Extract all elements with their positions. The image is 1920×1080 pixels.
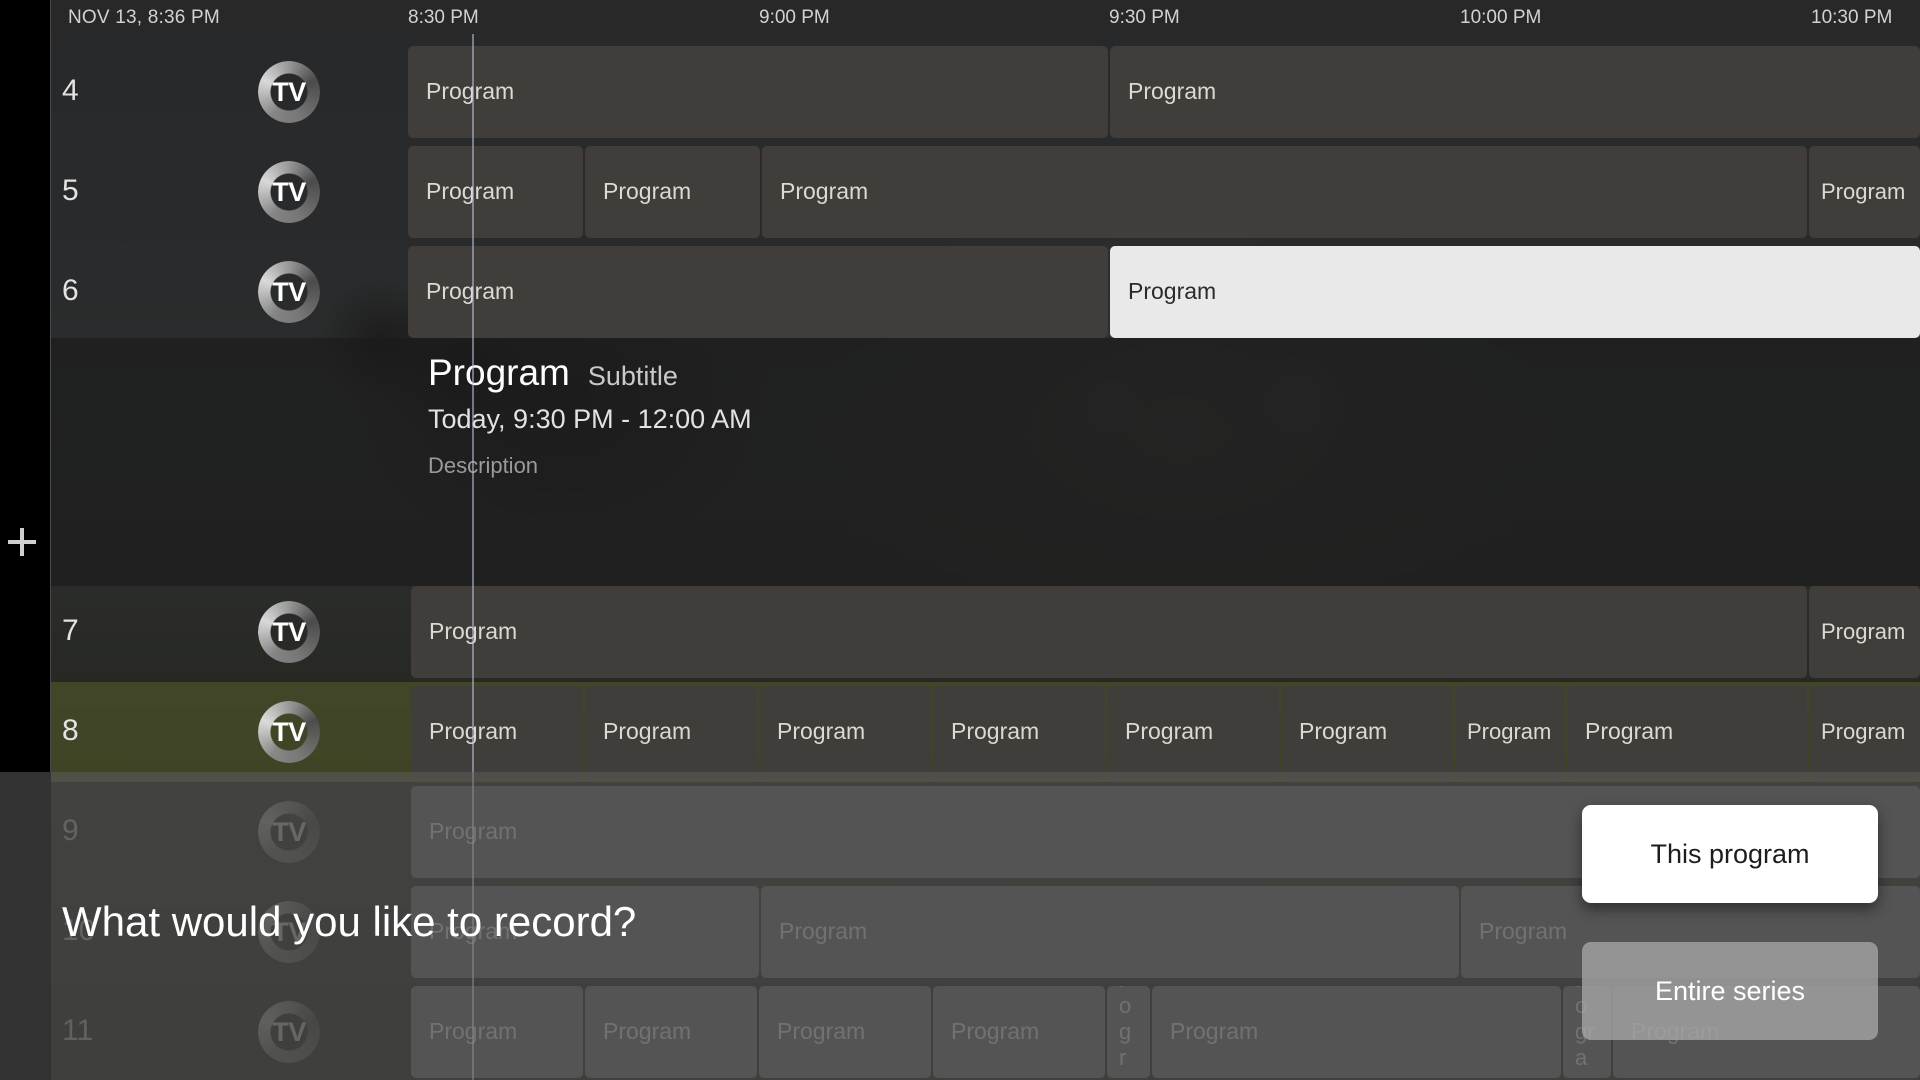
program-block[interactable]: Program xyxy=(1110,46,1920,138)
program-title: Program xyxy=(780,178,869,205)
program-title: Program xyxy=(1585,718,1674,745)
program-block[interactable]: Program xyxy=(1809,586,1920,678)
program-block[interactable]: Program xyxy=(1110,246,1920,338)
tv-guide-screen: 4 TV Program Program 5 TV Program Program Progra… xyxy=(0,0,1920,1080)
program-block[interactable]: Program xyxy=(585,686,757,778)
logo-label: TV xyxy=(272,616,306,647)
program-title: Program xyxy=(426,278,515,305)
program-block[interactable]: Program xyxy=(1567,686,1807,778)
time-tick-2: 9:30 PM xyxy=(1109,7,1180,28)
rail-divider xyxy=(50,0,51,772)
program-block[interactable]: Program xyxy=(762,146,1807,238)
program-block[interactable]: Program xyxy=(408,246,1108,338)
program-block[interactable]: Program xyxy=(411,686,583,778)
current-time-label: NOV 13, 8:36 PM xyxy=(68,7,220,28)
logo-label: TV xyxy=(272,76,306,107)
channel-number: 8 xyxy=(62,714,79,747)
time-tick-0: 8:30 PM xyxy=(408,7,479,28)
record-dialog-question: What would you like to record? xyxy=(62,898,637,945)
program-block[interactable]: Program xyxy=(408,46,1108,138)
program-title: Program xyxy=(1821,179,1906,205)
program-title: Program xyxy=(603,178,692,205)
channel-number: 7 xyxy=(62,614,79,647)
program-title: Program xyxy=(426,178,515,205)
program-block[interactable]: Program xyxy=(933,686,1105,778)
program-block[interactable]: Program xyxy=(1809,146,1920,238)
logo-label: TV xyxy=(272,276,306,307)
program-title: Program xyxy=(429,618,518,645)
guide-row-channel-7: 7 TV Program Program xyxy=(0,582,1920,682)
program-block[interactable]: Program xyxy=(585,146,760,238)
time-tick-4: 10:30 PM xyxy=(1811,7,1893,28)
tv-logo-icon: TV xyxy=(258,701,320,763)
channel-number: 4 xyxy=(62,74,79,107)
tv-logo-icon: TV xyxy=(258,161,320,223)
tv-logo-icon: TV xyxy=(258,601,320,663)
time-tick-3: 10:00 PM xyxy=(1460,7,1542,28)
program-title: Program xyxy=(1299,718,1388,745)
record-option-entire-series[interactable]: Entire series xyxy=(1582,942,1878,1040)
program-title: Program xyxy=(951,718,1040,745)
program-title: Program xyxy=(429,718,518,745)
program-title: Program xyxy=(1467,719,1552,745)
tv-logo-icon: TV xyxy=(258,61,320,123)
detail-subtitle: Subtitle xyxy=(587,361,678,391)
guide-row-channel-4: 4 TV Program Program xyxy=(0,42,1920,142)
program-title: Program xyxy=(603,718,692,745)
plus-icon[interactable] xyxy=(8,528,36,556)
program-title: Program xyxy=(1821,719,1906,745)
logo-label: TV xyxy=(272,176,306,207)
channel-number: 5 xyxy=(62,174,79,207)
program-block[interactable]: Program xyxy=(1281,686,1453,778)
program-title: Program xyxy=(1125,718,1214,745)
program-detail-panel: Program Subtitle Today, 9:30 PM - 12:00 … xyxy=(428,352,752,479)
guide-row-channel-6: 6 TV Program Program xyxy=(0,242,1920,342)
program-block[interactable]: Program xyxy=(408,146,583,238)
program-title: Program xyxy=(1128,278,1217,305)
detail-airtime: Today, 9:30 PM - 12:00 AM xyxy=(428,404,752,434)
detail-description: Description xyxy=(428,453,539,478)
channel-number: 6 xyxy=(62,274,79,307)
program-title: Program xyxy=(777,718,866,745)
logo-label: TV xyxy=(272,716,306,747)
detail-title-row: Program Subtitle xyxy=(428,352,752,394)
detail-title: Program xyxy=(428,352,570,393)
program-title: Program xyxy=(426,78,515,105)
guide-row-channel-8: 8 TV Program Program Program Program Program Pr… xyxy=(0,682,1920,782)
record-option-this-program[interactable]: This program xyxy=(1582,805,1878,903)
tv-logo-icon: TV xyxy=(258,261,320,323)
time-tick-1: 9:00 PM xyxy=(759,7,830,28)
program-block[interactable]: Program xyxy=(1809,686,1920,778)
program-title: Program xyxy=(1821,619,1906,645)
program-block[interactable]: Program xyxy=(759,686,931,778)
program-block[interactable]: Program xyxy=(411,586,1807,678)
time-header: NOV 13, 8:36 PM 8:30 PM 9:00 PM 9:30 PM 10:… xyxy=(0,0,1920,34)
guide-row-channel-5: 5 TV Program Program Program Program xyxy=(0,142,1920,242)
program-block[interactable]: Program xyxy=(1107,686,1279,778)
program-title: Program xyxy=(1128,78,1217,105)
program-block[interactable]: Program xyxy=(1455,686,1565,778)
